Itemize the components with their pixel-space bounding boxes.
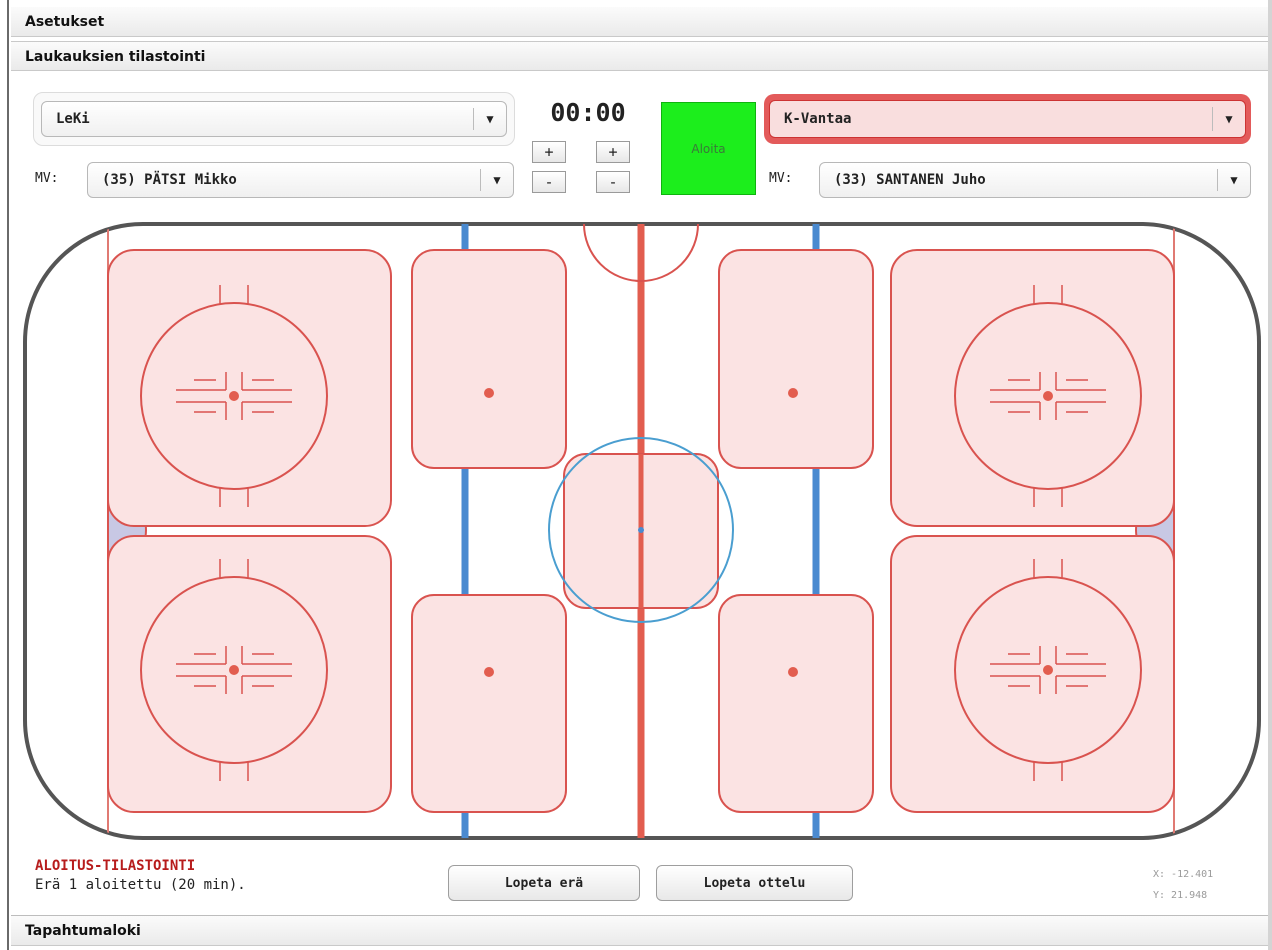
faceoff-dot (1043, 391, 1053, 401)
hockey-rink[interactable] (0, 0, 1272, 950)
faceoff-dot (1043, 665, 1053, 675)
zone-neutral-right-top[interactable] (718, 249, 874, 469)
zone-left-top[interactable] (107, 249, 392, 527)
coord-y-readout: Y: 21.948 (1153, 890, 1208, 901)
status-title: ALOITUS-TILASTOINTI (35, 858, 196, 874)
end-period-button[interactable]: Lopeta erä (448, 865, 640, 901)
faceoff-dot (484, 667, 494, 677)
event-log-section-header[interactable]: Tapahtumaloki (11, 915, 1268, 946)
faceoff-dot (788, 388, 798, 398)
coord-x-readout: X: -12.401 (1153, 869, 1214, 880)
faceoff-dot (484, 388, 494, 398)
faceoff-dot (788, 667, 798, 677)
zone-right-top[interactable] (890, 249, 1175, 527)
status-text: Erä 1 aloitettu (20 min). (35, 877, 246, 893)
zone-neutral-right-bottom[interactable] (718, 594, 874, 813)
faceoff-dot (229, 391, 239, 401)
center-faceoff-dot (638, 527, 644, 533)
faceoff-dot (229, 665, 239, 675)
zone-neutral-left-top[interactable] (411, 249, 567, 469)
zone-neutral-left-bottom[interactable] (411, 594, 567, 813)
end-game-button[interactable]: Lopeta ottelu (656, 865, 853, 901)
